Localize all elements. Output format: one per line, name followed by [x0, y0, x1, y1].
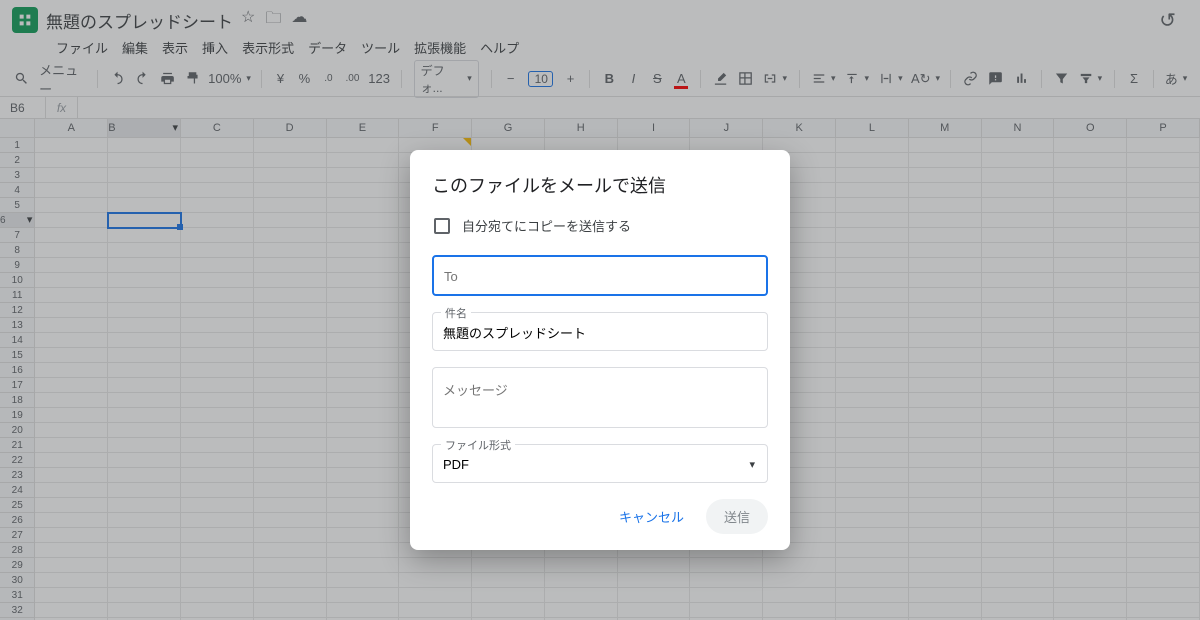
- subject-field[interactable]: 件名: [432, 312, 768, 351]
- email-file-dialog: このファイルをメールで送信 自分宛てにコピーを送信する 件名 ファイル形式 PD…: [410, 150, 790, 550]
- send-button[interactable]: 送信: [706, 499, 768, 534]
- checkbox-icon[interactable]: [434, 218, 450, 234]
- filetype-label: ファイル形式: [441, 437, 515, 453]
- send-copy-row[interactable]: 自分宛てにコピーを送信する: [432, 216, 768, 235]
- app-root: 無題のスプレッドシート ☆ 🗀 ☁ ↺ ファイル 編集 表示 挿入 表示形式 デ…: [0, 0, 1200, 620]
- to-input[interactable]: [434, 257, 766, 294]
- send-copy-label: 自分宛てにコピーを送信する: [462, 216, 631, 235]
- cancel-button[interactable]: キャンセル: [605, 499, 698, 534]
- message-field[interactable]: [432, 367, 768, 428]
- message-input[interactable]: [433, 368, 767, 422]
- modal-overlay: このファイルをメールで送信 自分宛てにコピーを送信する 件名 ファイル形式 PD…: [0, 0, 1200, 620]
- filetype-value: PDF: [443, 457, 469, 472]
- to-field[interactable]: [432, 255, 768, 296]
- filetype-field[interactable]: ファイル形式 PDF: [432, 444, 768, 483]
- dialog-title: このファイルをメールで送信: [432, 172, 768, 198]
- subject-input[interactable]: [433, 313, 767, 350]
- subject-label: 件名: [441, 305, 471, 321]
